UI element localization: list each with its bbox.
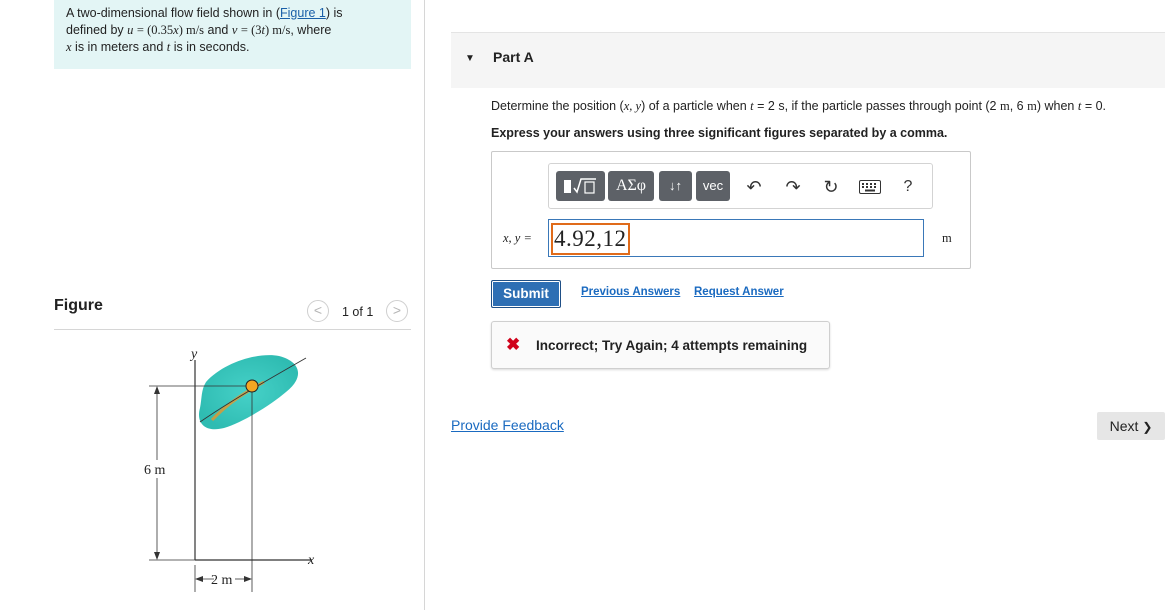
- vec-button[interactable]: vec: [696, 171, 730, 201]
- question-part: = 2 s, if the particle passes through po…: [757, 99, 997, 113]
- problem-line-3: x is in meters and t is in seconds.: [66, 39, 399, 56]
- part-header[interactable]: ▼ Part A: [451, 32, 1165, 88]
- figure-link[interactable]: Figure 1: [280, 6, 326, 20]
- problem-text: , where: [290, 23, 332, 37]
- math-var-x: x: [66, 40, 72, 54]
- arrow-left: [195, 576, 203, 582]
- answer-box: ΑΣφ ↓↑ vec ↶ ↷ ↻ ? x, y = 4.92,12 m: [491, 151, 971, 269]
- width-label: 2 m: [211, 573, 233, 588]
- math-var-u: u: [127, 23, 134, 37]
- chevron-right-icon[interactable]: >: [386, 300, 408, 322]
- redo-icon[interactable]: ↷: [781, 175, 805, 199]
- arrow-right: [244, 576, 252, 582]
- part-title: Part A: [493, 49, 534, 65]
- feedback-box: ✖ Incorrect; Try Again; 4 attempts remai…: [491, 321, 830, 369]
- problem-text: is in meters and: [75, 40, 164, 54]
- math-var-v: v: [231, 23, 238, 37]
- flow-field-figure: y x 6 m 2 m: [142, 347, 315, 592]
- particle: [245, 379, 259, 393]
- question-part: = 0.: [1084, 99, 1107, 113]
- problem-text: is in seconds.: [173, 40, 250, 54]
- keyboard-icon[interactable]: [858, 175, 882, 199]
- templates-glyph: [564, 178, 596, 194]
- next-button[interactable]: Next ❯: [1097, 412, 1165, 440]
- problem-text: A two-dimensional flow field shown in (: [66, 6, 280, 20]
- question-part: Determine the position (: [491, 99, 624, 113]
- answer-unit: m: [942, 231, 952, 245]
- math-var-t: t: [166, 40, 171, 54]
- answer-input[interactable]: 4.92,12: [548, 219, 924, 257]
- figure-heading: Figure: [54, 297, 103, 314]
- math-unit: ) m/s: [265, 23, 291, 37]
- keyboard-glyph: [859, 180, 881, 194]
- previous-answers-link[interactable]: Previous Answers: [581, 286, 680, 298]
- math-var-xy: x, y: [623, 99, 642, 113]
- left-panel: A two-dimensional flow field shown in (F…: [0, 0, 425, 610]
- problem-text: and: [207, 23, 229, 37]
- templates-icon[interactable]: [556, 171, 605, 201]
- question-part: ) when: [1036, 99, 1075, 113]
- subscript-superscript-button[interactable]: ↓↑: [659, 171, 692, 201]
- height-label: 6 m: [144, 463, 166, 478]
- math-expr: = (3: [240, 23, 262, 37]
- math-expr: = (0.35: [136, 23, 174, 37]
- undo-icon[interactable]: ↶: [742, 175, 766, 199]
- y-axis-label: y: [189, 347, 198, 362]
- feedback-message: Incorrect; Try Again; 4 attempts remaini…: [536, 338, 808, 353]
- question-text: Determine the position (x, y) of a parti…: [491, 99, 1106, 114]
- greek-letters-button[interactable]: ΑΣφ: [608, 171, 654, 201]
- math-toolbar: ΑΣφ ↓↑ vec ↶ ↷ ↻ ?: [548, 163, 933, 209]
- math-unit: m: [999, 99, 1010, 113]
- math-unit: m: [1027, 99, 1037, 113]
- chevron-left-icon[interactable]: <: [307, 300, 329, 322]
- chevron-right-icon: ❯: [1142, 420, 1153, 434]
- next-label: Next: [1109, 418, 1139, 434]
- math-unit: ) m/s: [178, 23, 205, 37]
- request-answer-link[interactable]: Request Answer: [694, 286, 784, 298]
- caret-down-icon[interactable]: ▼: [465, 53, 475, 64]
- arrow-up: [154, 386, 160, 394]
- instruction-text: Express your answers using three signifi…: [491, 126, 948, 140]
- problem-line-1: A two-dimensional flow field shown in (F…: [66, 5, 399, 22]
- help-button[interactable]: ?: [896, 175, 920, 199]
- answer-variable-label: x, y =: [503, 231, 532, 245]
- problem-line-2: defined by u = (0.35x) m/s and v = (3t) …: [66, 22, 399, 39]
- reset-icon[interactable]: ↻: [819, 175, 843, 199]
- math-var-t: t: [1077, 99, 1082, 113]
- problem-text: defined by: [66, 23, 124, 37]
- question-part: , 6: [1009, 99, 1024, 113]
- question-part: ) of a particle when: [641, 99, 747, 113]
- submit-button[interactable]: Submit: [491, 280, 561, 308]
- answer-value[interactable]: 4.92,12: [551, 223, 630, 255]
- provide-feedback-link[interactable]: Provide Feedback: [451, 417, 564, 433]
- math-var-t: t: [750, 99, 754, 113]
- problem-statement: A two-dimensional flow field shown in (F…: [54, 0, 411, 69]
- problem-text: ) is: [325, 6, 343, 20]
- x-axis-label: x: [307, 553, 315, 568]
- figure-counter: 1 of 1: [342, 305, 374, 319]
- arrow-down: [154, 552, 160, 560]
- x-icon: ✖: [506, 335, 521, 354]
